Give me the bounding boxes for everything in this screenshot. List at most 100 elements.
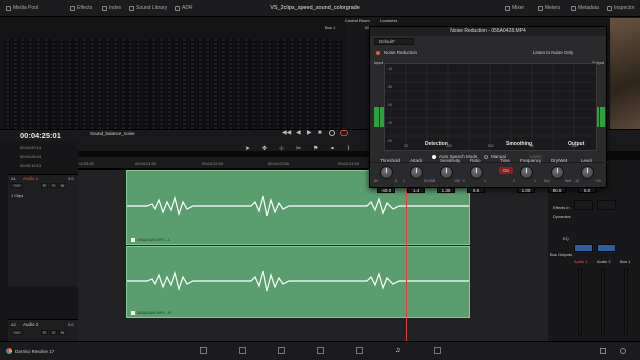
meter-column (188, 39, 196, 139)
toolbar-adr[interactable]: ADR (175, 5, 193, 11)
smoothing-header: Smoothing (506, 141, 533, 147)
track-a1-id: A1 (11, 176, 16, 181)
sensitivity-knob[interactable] (440, 166, 453, 179)
ratio-knob[interactable] (470, 166, 483, 179)
fader-track[interactable] (624, 268, 628, 336)
knob-value[interactable]: 80.0 (548, 187, 566, 193)
toolbar-mixer[interactable]: Mixer (505, 5, 524, 11)
bus-output-button[interactable] (597, 244, 616, 252)
mute-button[interactable]: M (59, 183, 66, 188)
knob-value[interactable]: -40.0 (377, 187, 395, 193)
deliver-page-icon[interactable] (434, 347, 441, 354)
meter-column (335, 39, 343, 139)
meter-column (265, 39, 273, 139)
scale-label: -30 (387, 85, 393, 89)
meter-column (158, 39, 165, 139)
link-icon[interactable]: ⚭ (330, 146, 336, 152)
dry-wet-knob[interactable] (551, 166, 564, 179)
meter-column (165, 39, 173, 139)
fusion-page-icon[interactable] (317, 347, 324, 354)
range-icon[interactable]: ⊹ (279, 146, 285, 152)
meter-column (181, 39, 189, 139)
mute-button[interactable]: M (59, 330, 66, 335)
track-a2-header[interactable]: A2 Audio 2 2.0 0.0 R S M (8, 319, 78, 341)
plugin-name: Noise Reduction (384, 50, 418, 55)
solo-button[interactable]: S (50, 330, 57, 335)
smoothing-time-label: Time (500, 158, 510, 163)
home-icon[interactable] (600, 348, 606, 354)
rewind-icon[interactable]: ◀◀ (282, 130, 291, 136)
audio-clip-a2[interactable]: 055A0428.MP4 - R (126, 246, 470, 318)
resolve-logo-icon (6, 348, 12, 354)
knob-value[interactable]: 1.30 (437, 187, 455, 193)
strip-slot[interactable] (574, 200, 593, 210)
play-icon[interactable]: ▶ (307, 130, 313, 136)
timeline-name[interactable]: Sound_balance_noise (90, 131, 135, 136)
auto-speech-radio[interactable] (432, 155, 436, 159)
arm-button[interactable]: R (41, 330, 48, 335)
edit-page-icon[interactable] (278, 347, 285, 354)
selection-arrow-icon[interactable]: ➤ (245, 146, 251, 152)
blade-icon[interactable]: ✂ (296, 146, 302, 152)
fader-track[interactable] (578, 268, 582, 336)
toolbar-inspector[interactable]: Inspector (607, 5, 635, 11)
knob-max: 1 (484, 179, 486, 183)
toolbar-media-pool[interactable]: Media Pool (6, 5, 38, 11)
meter-column (11, 39, 19, 139)
cut-page-icon[interactable] (239, 347, 246, 354)
toolbar-effects[interactable]: Effects (70, 5, 92, 11)
threshold-knob[interactable] (380, 166, 393, 179)
top-toolbar: Media Pool Effects Index Sound Library A… (0, 0, 640, 17)
play-reverse-icon[interactable]: ◀ (296, 130, 302, 136)
manual-radio[interactable] (484, 155, 488, 159)
meter-column (173, 39, 181, 139)
ruler-tick: 00:04:22:00 (202, 161, 224, 166)
effects-icon (70, 5, 75, 11)
time-toggle[interactable]: On (499, 167, 513, 174)
knob-label: Attack (410, 158, 423, 163)
media-page-icon[interactable] (200, 347, 207, 354)
track-a1-header[interactable]: Audio 1 A1 2.0 0.0 R S M 1 Clips (8, 174, 78, 286)
preset-dropdown[interactable]: Default* (374, 38, 414, 45)
settings-gear-icon[interactable] (620, 348, 626, 354)
fairlight-page-icon[interactable]: ♫ (395, 347, 402, 354)
knob-value[interactable]: 1.00 (517, 187, 535, 193)
toolbar-index[interactable]: Index (102, 5, 121, 11)
knob-value[interactable]: 0.6 (467, 187, 485, 193)
power-icon[interactable] (376, 51, 380, 55)
toolbar-meters[interactable]: Meters (538, 5, 560, 11)
loop-icon[interactable] (340, 130, 348, 136)
knob-label: Dry/Wet (551, 158, 568, 163)
ruler-tick: 00:04:21:00 (135, 161, 157, 166)
clip-name: 055A0428.MP4 - R (137, 310, 172, 315)
meter-column (81, 39, 88, 139)
knob-value[interactable]: 1.4 (407, 187, 425, 193)
listen-noise-toggle[interactable]: Listen to Noise Only (533, 50, 573, 55)
track-headers: 00:04:20:14 00:04:26:04 00:00:10:13 Audi… (0, 141, 78, 341)
knob-max: 100 (454, 179, 460, 183)
track-a1-volume[interactable]: 0.0 (11, 183, 23, 188)
color-page-icon[interactable] (356, 347, 363, 354)
arm-button[interactable]: R (41, 183, 48, 188)
trim-icon[interactable]: ✥ (262, 146, 268, 152)
inspector-icon (607, 5, 612, 11)
frequency-knob[interactable] (520, 166, 533, 179)
strip-slot[interactable] (597, 200, 616, 210)
knob-max: 1 (534, 179, 536, 183)
record-icon[interactable] (329, 130, 335, 136)
scale-label: -70 (387, 121, 393, 125)
meter-column (57, 39, 65, 139)
bus-output-button[interactable] (574, 244, 593, 252)
toolbar-sound-library[interactable]: Sound Library (129, 5, 167, 11)
flag-icon[interactable]: ⚑ (313, 146, 319, 152)
attack-knob[interactable] (410, 166, 423, 179)
stop-icon[interactable]: ■ (318, 130, 324, 136)
fader-track[interactable] (601, 268, 605, 336)
snap-icon[interactable]: ⌇ (347, 146, 353, 152)
track-a2-volume[interactable]: 0.0 (11, 330, 23, 335)
knob-value[interactable]: 0.0 (578, 187, 596, 193)
level-knob[interactable] (581, 166, 594, 179)
adr-icon (175, 5, 180, 11)
solo-button[interactable]: S (50, 183, 57, 188)
toolbar-metadata[interactable]: Metadata (571, 5, 599, 11)
